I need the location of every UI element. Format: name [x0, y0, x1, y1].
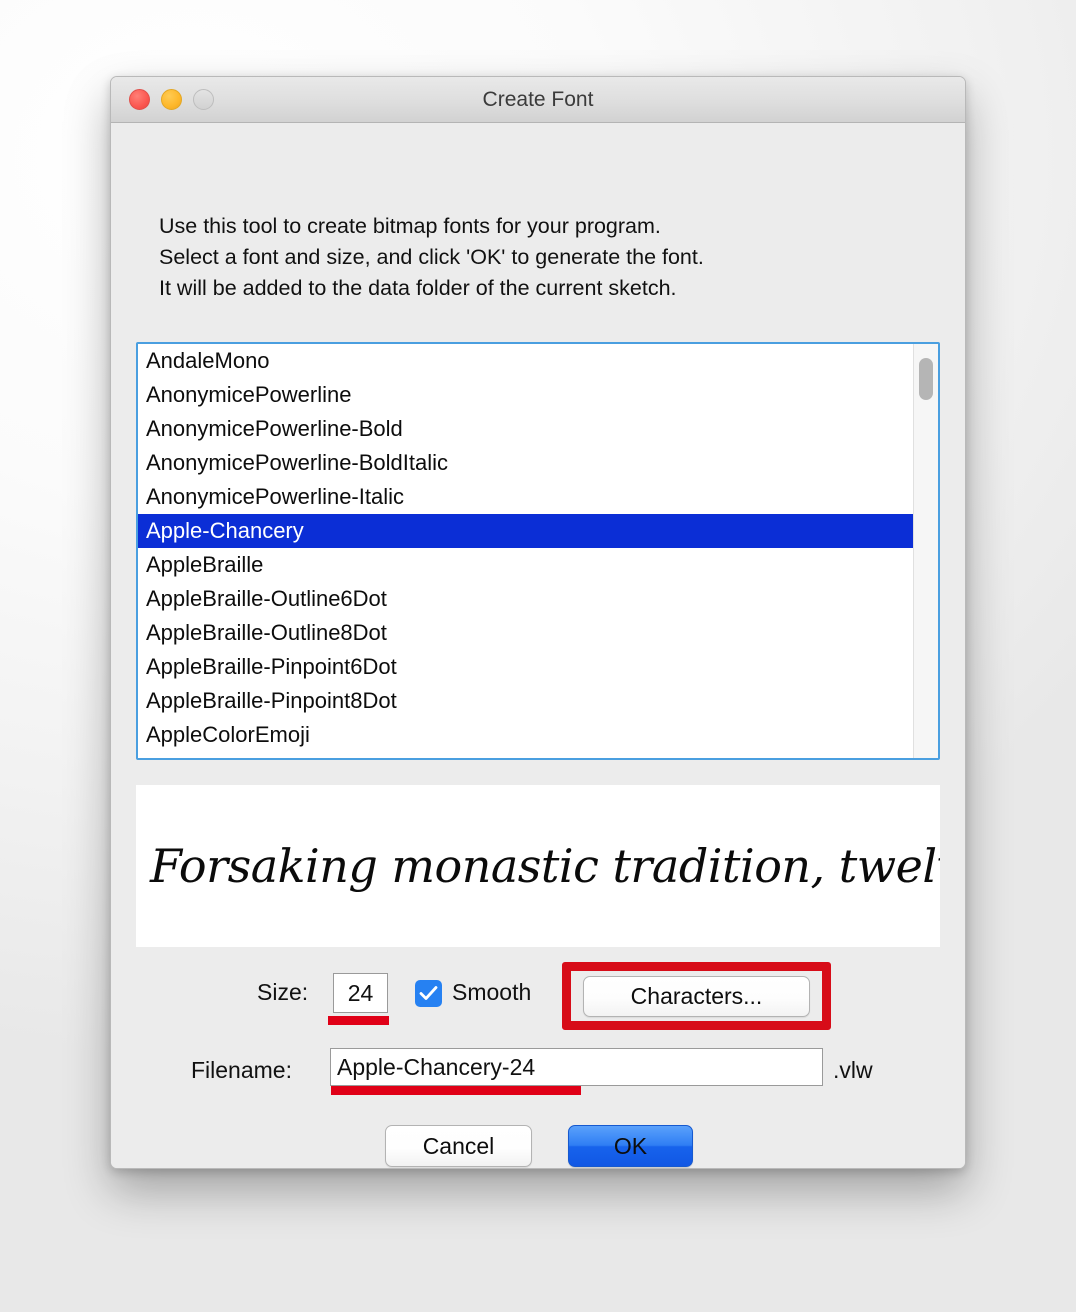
filename-label: Filename:	[191, 1057, 292, 1083]
font-list[interactable]: AndaleMono AnonymicePowerline AnonymicePow…	[136, 342, 940, 760]
font-list-rows: AndaleMono AnonymicePowerline AnonymicePow…	[138, 344, 938, 752]
filename-input[interactable]: Apple-Chancery-24	[330, 1048, 823, 1086]
window-title: Create Font	[482, 88, 594, 111]
cancel-button-label: Cancel	[422, 1133, 495, 1159]
font-list-item[interactable]: AppleBraille-Outline6Dot	[138, 582, 938, 616]
create-font-dialog: Create Font Use this tool to create bitm…	[110, 76, 966, 1169]
size-annotation-underline	[328, 1016, 389, 1025]
font-list-item[interactable]: AnonymicePowerline-BoldItalic	[138, 446, 938, 480]
cancel-button[interactable]: Cancel	[385, 1125, 532, 1167]
ok-button[interactable]: OK	[568, 1125, 693, 1167]
font-list-item[interactable]: AnonymicePowerline-Italic	[138, 480, 938, 514]
ok-button-label: OK	[613, 1133, 648, 1159]
smooth-label: Smooth	[452, 979, 532, 1005]
font-list-item[interactable]: AnonymicePowerline	[138, 378, 938, 412]
title-bar[interactable]: Create Font	[111, 77, 965, 123]
characters-button[interactable]: Characters...	[583, 976, 810, 1017]
font-list-item[interactable]: AppleBraille-Pinpoint8Dot	[138, 684, 938, 718]
font-list-scrollbar[interactable]	[913, 344, 938, 758]
font-list-item[interactable]: AppleBraille-Pinpoint6Dot	[138, 650, 938, 684]
filename-annotation-underline	[331, 1086, 581, 1095]
size-input[interactable]: 24	[333, 973, 388, 1013]
dialog-body: Use this tool to create bitmap fonts for…	[111, 123, 965, 1168]
checkmark-icon	[419, 986, 438, 1000]
font-list-item[interactable]: AnonymicePowerline-Bold	[138, 412, 938, 446]
size-value: 24	[347, 980, 374, 1006]
characters-button-label: Characters...	[630, 983, 763, 1009]
font-list-item[interactable]: Apple-Chancery	[138, 514, 938, 548]
font-list-item[interactable]: AppleColorEmoji	[138, 718, 938, 752]
font-list-item[interactable]: AppleBraille	[138, 548, 938, 582]
size-label: Size:	[257, 979, 309, 1005]
font-list-item[interactable]: AndaleMono	[138, 344, 938, 378]
instructions-text: Use this tool to create bitmap fonts for…	[159, 214, 704, 300]
filename-extension-label: .vlw	[833, 1057, 873, 1083]
font-preview-panel: Forsaking monastic tradition, twelve jov	[136, 785, 940, 947]
font-list-item[interactable]: AppleBraille-Outline8Dot	[138, 616, 938, 650]
smooth-checkbox[interactable]	[415, 980, 442, 1007]
filename-value: Apple-Chancery-24	[337, 1054, 536, 1080]
font-preview-text: Forsaking monastic tradition, twelve jov	[150, 839, 940, 893]
scrollbar-thumb[interactable]	[919, 358, 933, 400]
